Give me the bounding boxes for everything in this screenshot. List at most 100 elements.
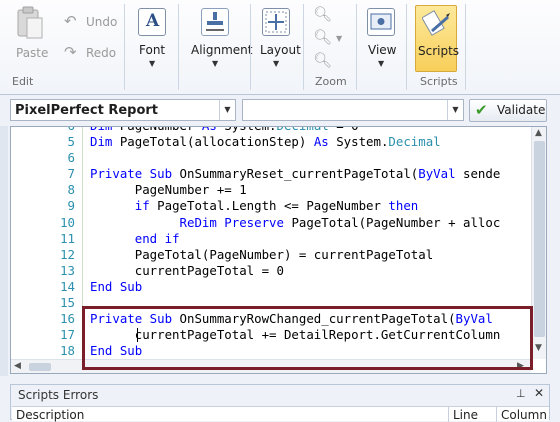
vertical-scrollbar[interactable]: ▲ ▼: [531, 127, 546, 359]
pin-icon[interactable]: ⊥: [516, 387, 526, 400]
script-editor[interactable]: 6 Dim PageNumber As System.Decimal = 0 5…: [10, 126, 547, 374]
code-line[interactable]: Private Sub OnSummaryReset_currentPageTo…: [90, 166, 500, 181]
scroll-up-icon[interactable]: ▲: [535, 128, 542, 138]
close-icon[interactable]: ✕: [534, 386, 544, 400]
redo-label: Redo: [86, 46, 117, 60]
code-token: ReDim Preserve: [179, 214, 292, 230]
code-line[interactable]: PageTotal(PageNumber) = currentPageTotal: [90, 247, 433, 262]
object-combo-value: PixelPerfect Report: [15, 103, 159, 118]
zoom-out-icon: 🔍︎: [313, 28, 333, 46]
chevron-down-icon: ▼: [336, 34, 343, 43]
object-combo[interactable]: PixelPerfect Report ▼: [10, 99, 236, 121]
code-token: As: [313, 134, 337, 149]
code-token: System.: [336, 134, 389, 149]
line-number: 6: [67, 150, 75, 166]
code-line[interactable]: end if: [90, 231, 180, 246]
group-separator: [124, 4, 125, 90]
ribbon: Paste ↶ Undo ↷ Redo Edit A Font ▼ Alignm…: [0, 0, 560, 95]
scripts-button[interactable]: Scripts: [415, 5, 460, 72]
line-number: 11: [60, 230, 75, 246]
view-button[interactable]: View ▼: [363, 5, 399, 71]
paste-button[interactable]: Paste: [8, 4, 52, 70]
checkmark-icon: ✔: [475, 101, 488, 119]
code-line[interactable]: End Sub: [90, 279, 142, 294]
font-icon: A: [138, 8, 166, 36]
font-button[interactable]: A Font ▼: [134, 5, 170, 71]
scrollbar-thumb[interactable]: [534, 141, 545, 337]
alignment-button[interactable]: Alignment ▼: [188, 5, 252, 71]
code-line[interactable]: ReDim Preserve PageTotal(PageNumber + al…: [90, 214, 501, 230]
code-token: PageTotal(PageNumber + alloc: [291, 214, 501, 230]
zoom-in-button[interactable]: 🔍︎: [311, 5, 333, 25]
line-number: 8: [67, 182, 75, 198]
validate-button[interactable]: ✔ Validate: [469, 99, 547, 122]
zoom-fit-button[interactable]: 🔍︎: [311, 51, 333, 71]
zoom-group-label: Zoom: [315, 75, 347, 88]
code-token: PageNumber += 1: [90, 182, 247, 198]
line-number: 15: [60, 295, 75, 310]
line-number: 12: [60, 246, 75, 262]
redo-button[interactable]: ↷ Redo: [62, 43, 120, 63]
code-token: ByVal: [418, 166, 464, 182]
code-area[interactable]: 6 Dim PageNumber As System.Decimal = 0 5…: [11, 127, 531, 359]
layout-label: Layout: [260, 43, 301, 57]
code-line[interactable]: PageNumber += 1: [90, 182, 247, 197]
group-separator: [406, 4, 407, 90]
scroll-left-icon[interactable]: ◀: [14, 361, 21, 371]
code-token: End Sub: [90, 343, 143, 359]
code-line[interactable]: Dim PageTotal(allocationStep) As System.…: [90, 134, 441, 149]
scroll-right-icon[interactable]: ▶: [517, 361, 524, 371]
code-token: Private Sub: [90, 311, 180, 327]
chevron-down-icon[interactable]: ▼: [447, 100, 463, 120]
group-separator: [178, 4, 179, 90]
code-line[interactable]: Private Sub OnSummaryRowChanged_currentP…: [90, 311, 493, 326]
code-token: if: [134, 198, 158, 214]
code-token: End Sub: [90, 278, 143, 294]
code-line[interactable]: currentPageTotal += DetailReport.GetCurr…: [90, 327, 501, 342]
code-token: PageTotal(PageNumber) = currentPageTotal: [90, 246, 434, 262]
layout-button[interactable]: Layout ▼: [256, 5, 301, 71]
line-number: 9: [67, 198, 75, 214]
code-token: PageTotal(allocationStep): [119, 134, 314, 149]
validate-label: Validate: [497, 103, 546, 117]
line-number: 10: [60, 214, 75, 230]
undo-button[interactable]: ↶ Undo: [62, 12, 120, 32]
chevron-down-icon: ▼: [212, 59, 219, 68]
line-number: 5: [67, 134, 75, 149]
scripts-label: Scripts: [418, 44, 460, 58]
side-panel-edge: [0, 126, 8, 376]
code-line[interactable]: currentPageTotal = 0: [90, 263, 284, 278]
chevron-down-icon: ▼: [378, 59, 385, 68]
scrollbar-thumb[interactable]: [29, 363, 51, 371]
line-number: 18: [60, 343, 75, 359]
code-token: then: [388, 198, 419, 214]
code-line-partial: Dim PageNumber As System.Decimal = 0: [90, 127, 359, 133]
undo-label: Undo: [86, 15, 118, 29]
errors-table-header: Description Line Column: [12, 406, 549, 422]
line-number: 16: [60, 311, 75, 327]
zoom-out-button[interactable]: 🔍︎ ▼: [311, 28, 345, 48]
code-token: end if: [134, 230, 180, 246]
scroll-down-icon[interactable]: ▼: [535, 343, 542, 353]
chevron-down-icon: ▼: [273, 59, 280, 68]
chevron-down-icon[interactable]: ▼: [219, 100, 235, 120]
view-label: View: [368, 43, 397, 57]
code-token: Private Sub: [90, 166, 180, 182]
font-label: Font: [139, 43, 166, 57]
code-token: sende: [463, 166, 501, 182]
event-combo[interactable]: ▼: [242, 99, 464, 121]
code-line[interactable]: End Sub: [90, 343, 142, 358]
horizontal-scrollbar[interactable]: ◀ ▶: [11, 359, 531, 373]
code-line[interactable]: if PageTotal.Length <= PageNumber then: [90, 198, 419, 214]
group-separator: [250, 4, 251, 90]
alignment-label: Alignment: [191, 43, 253, 57]
alignment-icon: [201, 8, 229, 36]
undo-icon: ↶: [64, 12, 77, 30]
code-token: ByVal: [455, 311, 493, 327]
edit-group-label: Edit: [12, 75, 34, 88]
text-caret: [137, 328, 138, 343]
line-number: 13: [60, 262, 75, 278]
scripts-icon: [422, 10, 450, 36]
